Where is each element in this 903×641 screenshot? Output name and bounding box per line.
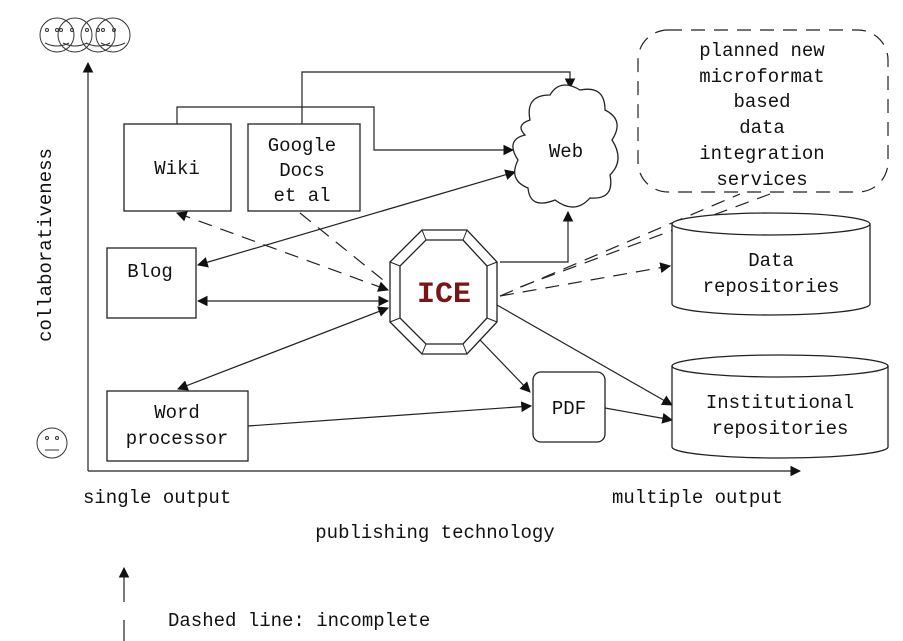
ice-diagram: collaborativeness single output multiple…: [35, 17, 889, 641]
svg-text:repositories: repositories: [703, 276, 840, 298]
x-left-label: single output: [83, 487, 231, 509]
svg-text:repositories: repositories: [712, 418, 849, 440]
y-axis-label: collaborativeness: [35, 148, 57, 342]
svg-text:Google: Google: [268, 135, 336, 157]
svg-text:planned new: planned new: [699, 40, 825, 62]
pdf-node: PDF: [532, 371, 606, 443]
svg-text:ICE: ICE: [417, 278, 471, 312]
wiki-node: Wiki: [123, 123, 232, 212]
svg-text:Data: Data: [748, 250, 794, 272]
x-right-label: multiple output: [612, 487, 783, 509]
svg-text:Wiki: Wiki: [154, 158, 200, 180]
svg-text:integration: integration: [699, 143, 824, 165]
svg-text:Docs: Docs: [279, 160, 325, 182]
data-repositories-node: Data repositories: [671, 212, 871, 316]
group-of-smiley-faces-icon: [39, 17, 131, 53]
svg-text:processor: processor: [126, 428, 229, 450]
svg-text:Blog: Blog: [127, 261, 173, 283]
svg-text:Dashed line: incomplete: Dashed line: incomplete: [168, 610, 430, 632]
institutional-repositories-node: Institutional repositories: [671, 354, 889, 459]
svg-text:based: based: [733, 91, 790, 113]
svg-text:Web: Web: [549, 141, 583, 163]
google-docs-node: Google Docs et al: [247, 123, 361, 212]
web-cloud-node: Web: [512, 84, 619, 208]
svg-text:PDF: PDF: [552, 398, 586, 420]
single-neutral-face-icon: [36, 427, 68, 459]
legend: Dashed line: incomplete: [118, 566, 430, 641]
svg-text:Word: Word: [154, 402, 200, 424]
svg-text:services: services: [716, 169, 807, 191]
word-processor-node: Word processor: [106, 390, 249, 462]
svg-text:et al: et al: [273, 185, 330, 207]
x-axis-label: publishing technology: [315, 522, 554, 544]
planned-services-callout: planned new microformat based data integ…: [637, 29, 889, 193]
svg-text:data: data: [739, 117, 785, 139]
svg-text:microformat: microformat: [699, 66, 824, 88]
svg-text:Institutional: Institutional: [706, 392, 854, 414]
ice-node: ICE: [389, 229, 498, 355]
blog-node: Blog: [106, 247, 197, 319]
